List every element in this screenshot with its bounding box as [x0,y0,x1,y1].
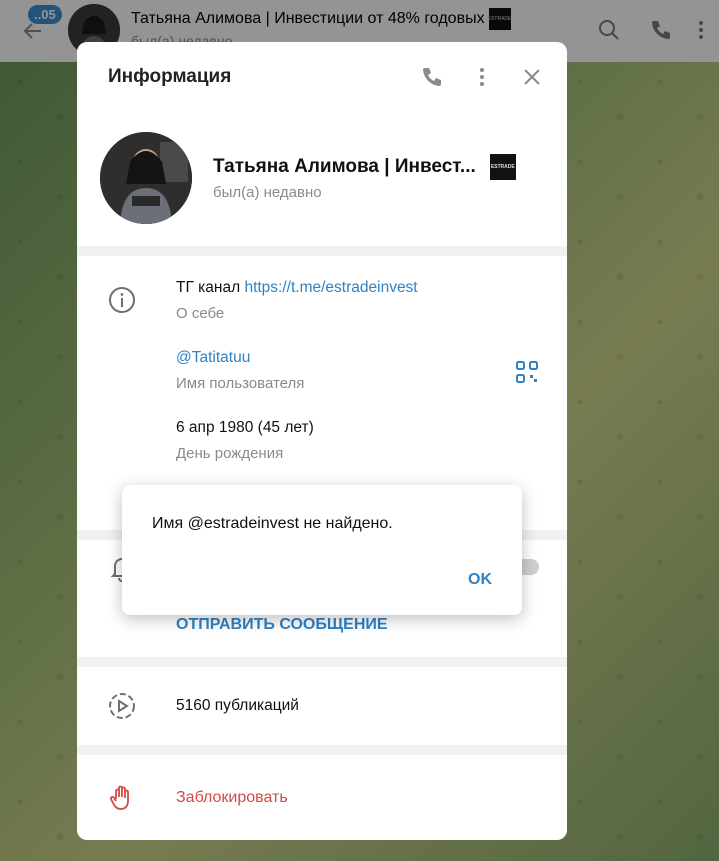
alert-message: Имя @estradeinvest не найдено. [152,515,393,532]
info-dialog-header: Информация [77,42,567,112]
phone-icon[interactable] [420,65,444,89]
info-dialog-title: Информация [108,66,232,87]
username-label: Имя пользователя [176,375,305,392]
hand-stop-icon [110,785,129,810]
info-dialog: Информация Татьяна Алимова | Инвест... E… [77,42,567,840]
profile-avatar[interactable] [100,132,192,224]
bio-prefix: ТГ канал [176,279,245,296]
block-button[interactable]: Заблокировать [176,789,288,807]
person-photo-icon [100,132,192,224]
stories-icon [109,693,135,719]
section-divider [77,246,567,256]
send-message-button[interactable]: ОТПРАВИТЬ СООБЩЕНИЕ [176,616,388,634]
section-divider [77,745,567,755]
info-icon [109,287,135,313]
bio-link[interactable]: https://t.me/estradeinvest [244,279,417,296]
alert-dialog: Имя @estradeinvest не найдено. OK [122,485,522,615]
posts-count[interactable]: 5160 публикаций [176,697,299,715]
birthday-label: День рождения [176,445,284,462]
profile-status: был(а) недавно [213,184,322,201]
bio-label: О себе [176,305,225,322]
estrade-logo-icon: ESTRADE [489,154,516,180]
bio-text: ТГ канал https://t.me/estradeinvest [176,279,418,297]
close-icon[interactable] [520,65,544,89]
qr-code-icon[interactable] [515,360,539,384]
profile-name: Татьяна Алимова | Инвест... ESTRADE [213,154,516,180]
more-vertical-icon[interactable] [470,65,494,89]
ok-button[interactable]: OK [468,571,492,589]
username-value[interactable]: @Tatitatuu [176,349,250,367]
section-divider [77,657,567,667]
profile-name-text: Татьяна Алимова | Инвест... [213,156,476,177]
birthday-value: 6 апр 1980 (45 лет) [176,419,314,436]
profile-section: Татьяна Алимова | Инвест... ESTRADE был(… [77,112,567,247]
